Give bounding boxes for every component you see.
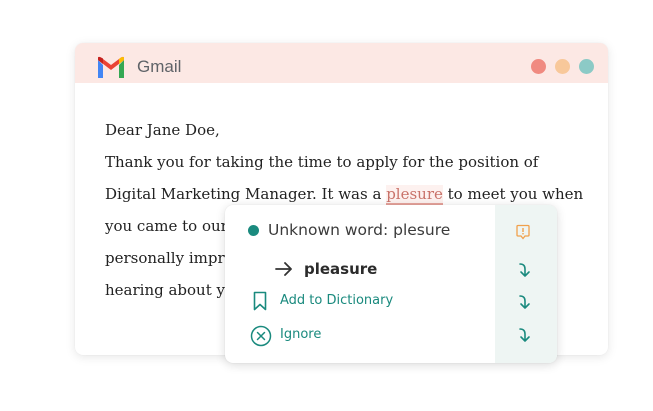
email-text-segment: Digital Marketing Manager. It was a — [105, 185, 387, 203]
email-text-segment: to meet you when — [442, 185, 584, 203]
email-greeting: Dear Jane Doe, — [105, 121, 220, 139]
ignore-button[interactable]: Ignore — [280, 325, 321, 345]
title-bar: Gmail — [75, 43, 608, 83]
arrow-down-right-icon[interactable] — [516, 326, 534, 344]
window-close-button[interactable] — [531, 59, 546, 74]
status-dot-icon — [248, 225, 259, 236]
arrow-down-right-icon[interactable] — [516, 261, 534, 279]
spellcheck-popup: Unknown word: plesure pleasure Add to Di… — [225, 205, 557, 363]
add-to-dictionary-button[interactable]: Add to Dictionary — [280, 291, 393, 311]
app-title: Gmail — [137, 57, 182, 76]
gmail-logo-icon — [98, 56, 124, 78]
info-icon[interactable] — [516, 224, 530, 240]
email-line: Thank you for taking the time to apply f… — [105, 153, 539, 171]
misspelled-word[interactable]: plesure — [386, 185, 443, 205]
arrow-right-icon — [275, 262, 292, 276]
window-maximize-button[interactable] — [579, 59, 594, 74]
circle-x-icon[interactable] — [250, 325, 272, 347]
arrow-down-right-icon[interactable] — [516, 293, 534, 311]
window-minimize-button[interactable] — [555, 59, 570, 74]
suggestion-word[interactable]: pleasure — [304, 258, 377, 280]
bookmark-icon[interactable] — [253, 291, 267, 311]
unknown-word-label: Unknown word: plesure — [268, 221, 451, 239]
